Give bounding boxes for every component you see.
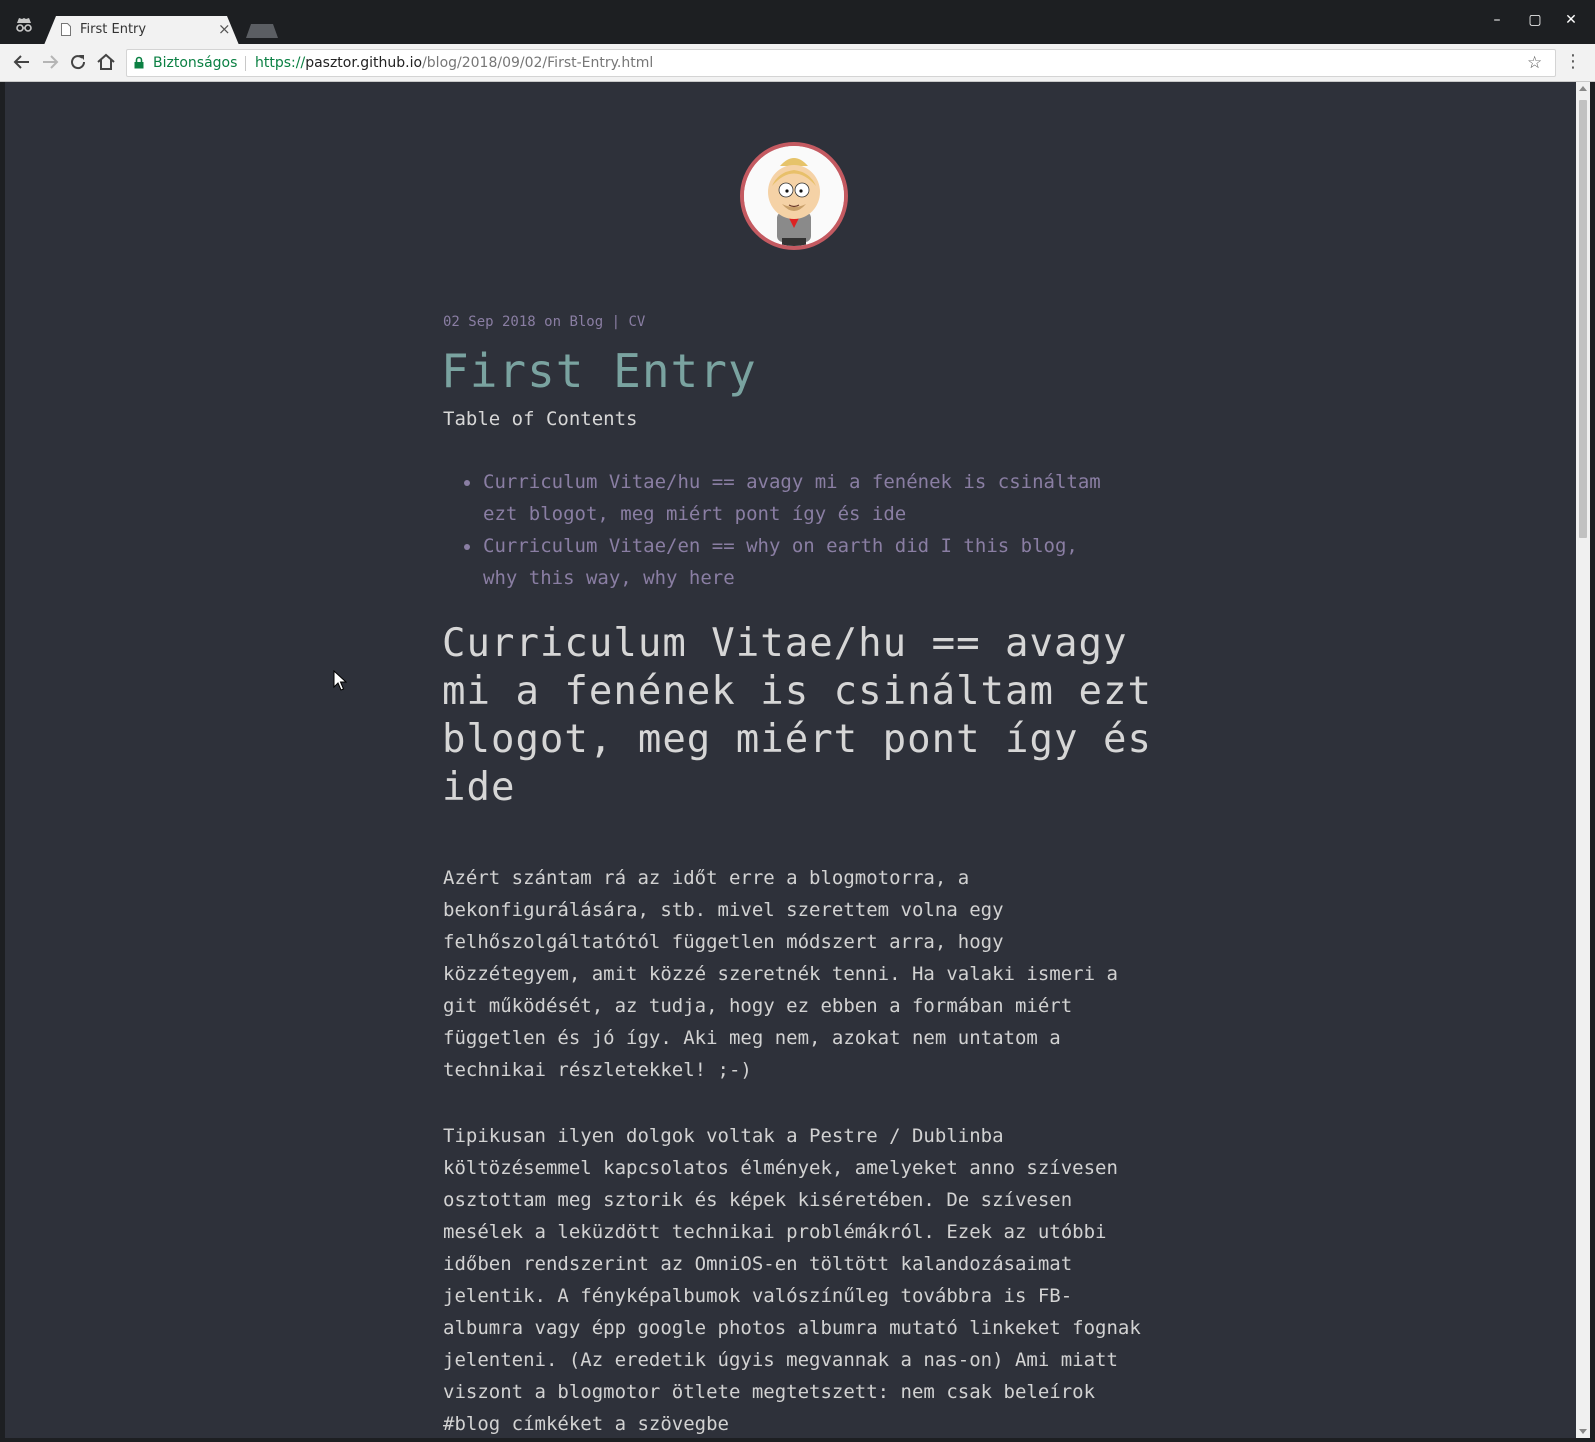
page-viewport: 02 Sep 2018 on Blog | CV First Entry Tab… xyxy=(5,82,1576,1438)
toc-item-line[interactable]: ezt blogot, meg miért pont így és ide xyxy=(483,503,906,525)
menu-icon[interactable]: ⋮ xyxy=(1562,51,1584,73)
home-icon[interactable] xyxy=(95,51,117,73)
post-meta-on: on xyxy=(544,314,562,330)
address-divider xyxy=(245,56,246,71)
lock-icon xyxy=(134,56,144,69)
toc-item[interactable]: Curriculum Vitae/en == why on earth did … xyxy=(464,530,1183,594)
author-avatar[interactable] xyxy=(740,142,848,250)
vertical-scrollbar[interactable] xyxy=(1576,82,1590,1438)
page-icon xyxy=(61,23,71,36)
maximize-button[interactable]: ▢ xyxy=(1520,12,1550,28)
toc-item-line[interactable]: why this way, why here xyxy=(483,567,735,589)
address-bar[interactable]: Biztonságos https://pasztor.github.io/bl… xyxy=(126,49,1556,77)
browser-toolbar: Biztonságos https://pasztor.github.io/bl… xyxy=(0,44,1595,82)
back-icon[interactable] xyxy=(11,51,33,73)
browser-window: First Entry × – ▢ ✕ Biztonságos https://… xyxy=(0,0,1595,1442)
tab-strip: First Entry × – ▢ ✕ xyxy=(0,0,1595,45)
incognito-icon xyxy=(14,15,34,33)
post-date: 02 Sep 2018 xyxy=(443,314,536,330)
close-window-button[interactable]: ✕ xyxy=(1556,12,1586,28)
toc-item-line[interactable]: Curriculum Vitae/en == why on earth did … xyxy=(483,535,1078,557)
mouse-cursor-icon xyxy=(333,670,347,691)
post-title: First Entry xyxy=(441,344,757,398)
minimize-button[interactable]: – xyxy=(1482,12,1512,28)
scroll-down-icon[interactable] xyxy=(1579,1429,1587,1434)
table-of-contents: Curriculum Vitae/hu == avagy mi a fenéne… xyxy=(443,466,1183,594)
tab-title: First Entry xyxy=(80,22,147,37)
security-label: Biztonságos xyxy=(153,55,238,71)
toc-title: Table of Contents xyxy=(443,408,638,430)
url-text: https://pasztor.github.io/blog/2018/09/0… xyxy=(255,55,654,71)
blog-link[interactable]: Blog xyxy=(569,314,603,330)
reload-icon[interactable] xyxy=(67,51,89,73)
post-meta: 02 Sep 2018 on Blog | CV xyxy=(443,314,645,330)
scroll-up-icon[interactable] xyxy=(1579,86,1587,91)
new-tab-button[interactable] xyxy=(246,24,278,38)
forward-icon[interactable] xyxy=(39,51,61,73)
paragraph: Azért szántam rá az időt erre a blogmoto… xyxy=(443,867,1118,1081)
meta-divider: | xyxy=(611,314,621,330)
toc-item-line[interactable]: Curriculum Vitae/hu == avagy mi a fenéne… xyxy=(483,471,1101,493)
scrollbar-thumb[interactable] xyxy=(1579,100,1587,538)
section-heading: Curriculum Vitae/hu == avagy mi a fenéne… xyxy=(442,621,1152,810)
star-icon[interactable]: ☆ xyxy=(1527,50,1542,76)
cartoon-avatar-icon xyxy=(744,146,844,246)
cv-link[interactable]: CV xyxy=(628,314,645,330)
toc-item[interactable]: Curriculum Vitae/hu == avagy mi a fenéne… xyxy=(464,466,1183,530)
tab-first-entry[interactable]: First Entry × xyxy=(44,16,239,45)
tab-close-icon[interactable]: × xyxy=(218,20,231,38)
paragraph: Tipikusan ilyen dolgok voltak a Pestre /… xyxy=(443,1125,1141,1435)
